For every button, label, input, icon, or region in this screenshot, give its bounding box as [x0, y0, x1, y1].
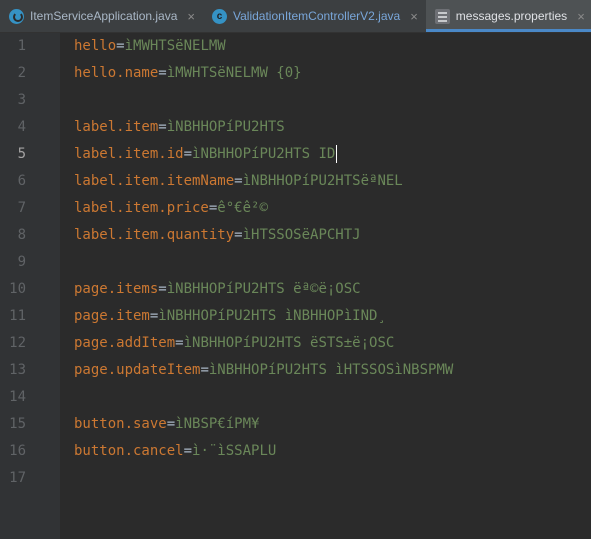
properties-file-icon	[434, 8, 450, 24]
property-value: ê°€ê²©	[217, 200, 268, 216]
line-number: 11	[9, 308, 26, 324]
equals-sign: =	[158, 119, 167, 135]
code-line[interactable]: 5 label.item.id=ìNBHHOPíPU2HTS ID	[0, 141, 591, 168]
property-value: ìNBHHOPíPU2HTSëªNEL	[242, 173, 403, 189]
code-line[interactable]: 11 page.item=ìNBHHOPíPU2HTS ìNBHHOPìIND¸	[0, 303, 591, 330]
equals-sign: =	[116, 38, 125, 54]
equals-sign: =	[234, 173, 243, 189]
code-editor[interactable]: 1 hello=ìMWHTSëNELMW 2 hello.name=ìMWHTSëNE…	[0, 33, 591, 539]
code-text[interactable]: label.item.price=ê°€ê²©	[74, 195, 268, 222]
equals-sign: =	[183, 443, 193, 459]
code-line[interactable]: 9	[0, 249, 591, 276]
line-number: 9	[17, 254, 26, 270]
close-icon[interactable]: ×	[577, 9, 585, 24]
tab-label: ValidationItemControllerV2.java	[233, 9, 401, 23]
code-line[interactable]: 17	[0, 465, 591, 492]
class-icon: c	[212, 8, 227, 24]
editor-tab-bar: ItemServiceApplication.java × c Validati…	[0, 0, 591, 33]
code-text[interactable]: label.item.itemName=ìNBHHOPíPU2HTSëªNEL	[74, 168, 403, 195]
text-caret	[336, 145, 338, 163]
spring-icon	[9, 8, 24, 24]
line-number: 4	[17, 119, 26, 135]
code-line[interactable]: 7 label.item.price=ê°€ê²©	[0, 195, 591, 222]
tab-itemserviceapplication[interactable]: ItemServiceApplication.java ×	[0, 0, 203, 32]
line-number: 5	[17, 146, 26, 162]
property-key: label.item	[74, 119, 159, 135]
property-key: button.cancel	[74, 443, 184, 459]
property-value: ìNBSP€íPM¥	[175, 416, 260, 432]
code-line[interactable]: 16 button.cancel=ì·¨ìSSAPLU	[0, 438, 591, 465]
property-key: hello.name	[74, 65, 159, 81]
line-number: 14	[9, 389, 26, 405]
code-line[interactable]: 1 hello=ìMWHTSëNELMW	[0, 33, 591, 60]
property-value: ìNBHHOPíPU2HTS	[166, 119, 285, 135]
code-line[interactable]: 3	[0, 87, 591, 114]
line-number: 13	[9, 362, 26, 378]
code-text[interactable]: page.addItem=ìNBHHOPíPU2HTS ëSTS±ë¡OSC	[74, 330, 394, 357]
property-value: ìHTSSOSëAPCHTJ	[242, 227, 361, 243]
code-text[interactable]: page.item=ìNBHHOPíPU2HTS ìNBHHOPìIND¸	[74, 303, 386, 330]
tab-label: messages.properties	[455, 9, 568, 23]
code-line[interactable]: 4 label.item=ìNBHHOPíPU2HTS	[0, 114, 591, 141]
property-value: ìNBHHOPíPU2HTS ìHTSSOSìNBSPMW	[208, 362, 454, 378]
line-number: 7	[17, 200, 26, 216]
equals-sign: =	[158, 65, 167, 81]
code-line[interactable]: 13 page.updateItem=ìNBHHOPíPU2HTS ìHTSSOS…	[0, 357, 591, 384]
property-key: button.save	[74, 416, 167, 432]
property-value: ìNBHHOPíPU2HTS ID	[192, 146, 336, 162]
tab-validationitemcontrollerv2[interactable]: c ValidationItemControllerV2.java ×	[203, 0, 426, 32]
property-key: label.item.quantity	[74, 227, 235, 243]
code-text[interactable]: hello.name=ìMWHTSëNELMW {0}	[74, 60, 302, 87]
property-key: hello	[74, 38, 117, 54]
line-number: 10	[9, 281, 26, 297]
property-key: page.items	[74, 281, 159, 297]
close-icon[interactable]: ×	[410, 9, 418, 24]
property-key: label.item.price	[74, 200, 209, 216]
property-key: label.item.itemName	[74, 173, 235, 189]
code-line[interactable]: 6 label.item.itemName=ìNBHHOPíPU2HTSëªNEL	[0, 168, 591, 195]
property-key: page.updateItem	[74, 362, 201, 378]
tab-messages-properties[interactable]: messages.properties ×	[425, 0, 591, 32]
property-value: ì·¨ìSSAPLU	[192, 443, 277, 459]
close-icon[interactable]: ×	[187, 9, 195, 24]
code-line[interactable]: 8 label.item.quantity=ìHTSSOSëAPCHTJ	[0, 222, 591, 249]
line-number: 15	[9, 416, 26, 432]
code-text[interactable]: page.updateItem=ìNBHHOPíPU2HTS ìHTSSOSìN…	[74, 357, 453, 384]
tab-label: ItemServiceApplication.java	[30, 9, 178, 23]
equals-sign: =	[200, 362, 209, 378]
code-text[interactable]: label.item=ìNBHHOPíPU2HTS	[74, 114, 285, 141]
line-number: 8	[17, 227, 26, 243]
code-line[interactable]: 2 hello.name=ìMWHTSëNELMW {0}	[0, 60, 591, 87]
code-line[interactable]: 14	[0, 384, 591, 411]
code-text[interactable]: label.item.id=ìNBHHOPíPU2HTS ID	[74, 141, 338, 168]
line-number: 6	[17, 173, 26, 189]
code-text[interactable]: label.item.quantity=ìHTSSOSëAPCHTJ	[74, 222, 361, 249]
equals-sign: =	[234, 227, 243, 243]
line-number: 17	[9, 470, 26, 486]
property-value: ìNBHHOPíPU2HTS ëª©ë¡OSC	[166, 281, 361, 297]
code-text[interactable]: page.items=ìNBHHOPíPU2HTS ëª©ë¡OSC	[74, 276, 361, 303]
line-number: 16	[9, 443, 26, 459]
property-value: ìMWHTSëNELMW	[124, 38, 226, 54]
line-number: 2	[17, 65, 26, 81]
code-text[interactable]: hello=ìMWHTSëNELMW	[74, 33, 226, 60]
code-line[interactable]: 15 button.save=ìNBSP€íPM¥	[0, 411, 591, 438]
code-text[interactable]: button.save=ìNBSP€íPM¥	[74, 411, 259, 438]
property-key: page.addItem	[74, 335, 176, 351]
property-value: ìMWHTSëNELMW {0}	[166, 65, 302, 81]
line-number: 3	[17, 92, 26, 108]
code-text[interactable]: button.cancel=ì·¨ìSSAPLU	[74, 438, 276, 465]
equals-sign: =	[158, 281, 167, 297]
property-value: ìNBHHOPíPU2HTS ëSTS±ë¡OSC	[183, 335, 395, 351]
line-number: 12	[9, 335, 26, 351]
property-key: page.item	[74, 308, 150, 324]
property-key: label.item.id	[74, 146, 184, 162]
equals-sign: =	[166, 416, 176, 432]
line-number: 1	[17, 38, 26, 54]
equals-sign: =	[183, 146, 193, 162]
property-value: ìNBHHOPíPU2HTS ìNBHHOPìIND¸	[158, 308, 386, 324]
equals-sign: =	[175, 335, 184, 351]
code-line[interactable]: 12 page.addItem=ìNBHHOPíPU2HTS ëSTS±ë¡OSC	[0, 330, 591, 357]
code-line[interactable]: 10 page.items=ìNBHHOPíPU2HTS ëª©ë¡OSC	[0, 276, 591, 303]
